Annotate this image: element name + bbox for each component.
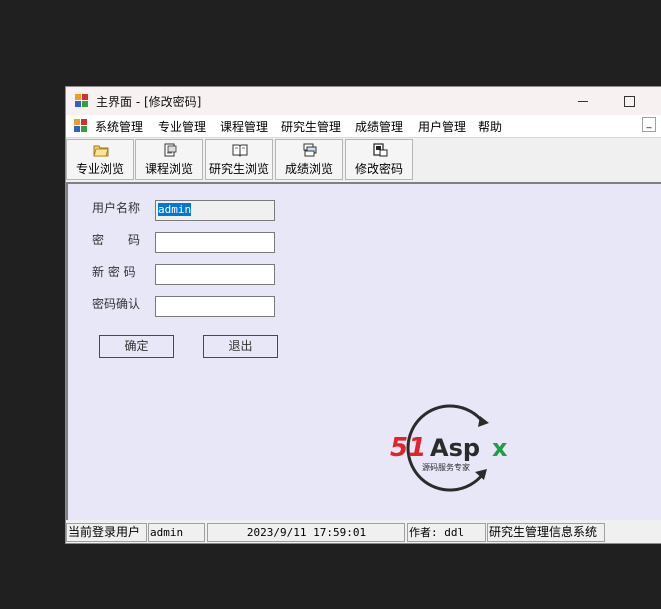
app-icon <box>75 94 88 107</box>
toolbar-change-password-button[interactable]: 修改密码 <box>345 139 413 180</box>
svg-text:源码服务专家: 源码服务专家 <box>422 462 470 472</box>
status-datetime: 2023/9/11 17:59:01 <box>207 523 405 542</box>
minimize-button[interactable] <box>560 87 606 115</box>
menu-graduate[interactable]: 研究生管理 <box>281 118 341 135</box>
mdi-child-icon[interactable] <box>74 119 87 132</box>
folder-icon <box>93 145 109 157</box>
svg-text:x: x <box>492 434 508 462</box>
mdi-minimize-button[interactable]: _ <box>642 117 656 132</box>
maximize-button[interactable] <box>606 87 652 115</box>
main-window: 主界面 - [修改密码] 系统管理 专业管理 课程管理 研究生管理 成绩管理 用… <box>65 86 661 544</box>
window-title: 主界面 - [修改密码] <box>96 95 202 109</box>
minimize-icon <box>578 100 588 102</box>
menu-user[interactable]: 用户管理 <box>418 118 466 135</box>
menu-major[interactable]: 专业管理 <box>158 118 206 135</box>
51aspx-logo: 51 Asp x 源码服务专家 <box>390 404 508 492</box>
password-field[interactable] <box>155 232 275 253</box>
menu-score[interactable]: 成绩管理 <box>355 118 403 135</box>
status-system-name: 研究生管理信息系统 <box>487 523 605 542</box>
toolbar-label: 课程浏览 <box>144 162 193 176</box>
book-icon <box>232 144 248 157</box>
status-bar: 当前登录用户 admin 2023/9/11 17:59:01 作者: ddl … <box>66 521 661 543</box>
toolbar-label: 研究生浏览 <box>208 162 269 176</box>
new-password-label: 新 密 码 <box>92 265 136 279</box>
toolbar-label: 专业浏览 <box>75 162 124 176</box>
username-value: admin <box>158 203 192 216</box>
menu-system[interactable]: 系统管理 <box>95 118 143 135</box>
toolbar-score-browse-button[interactable]: 成绩浏览 <box>275 139 343 180</box>
username-field[interactable]: admin <box>155 200 275 221</box>
menu-bar: 系统管理 专业管理 课程管理 研究生管理 成绩管理 用户管理 帮助 _ <box>66 115 661 137</box>
toolbar-course-browse-button[interactable]: 课程浏览 <box>135 139 203 180</box>
confirm-password-field[interactable] <box>155 296 275 317</box>
toolbar-graduate-browse-button[interactable]: 研究生浏览 <box>205 139 273 180</box>
status-user: admin <box>148 523 205 542</box>
records-icon <box>303 143 317 157</box>
password-label: 密 码 <box>92 233 141 247</box>
status-author: 作者: ddl <box>407 523 486 542</box>
confirm-password-label: 密码确认 <box>92 297 141 311</box>
menu-help[interactable]: 帮助 <box>478 118 502 135</box>
toolbar-label: 修改密码 <box>354 162 403 176</box>
username-label: 用户名称 <box>92 201 141 215</box>
maximize-icon <box>623 95 635 107</box>
ok-button[interactable]: 确定 <box>99 335 174 358</box>
status-login-label: 当前登录用户 <box>66 523 147 542</box>
toolbar-label: 成绩浏览 <box>284 162 333 176</box>
svg-text:51: 51 <box>390 433 426 463</box>
exit-button[interactable]: 退出 <box>203 335 278 358</box>
menu-course[interactable]: 课程管理 <box>220 118 268 135</box>
document-icon <box>164 143 177 157</box>
change-password-form: 用户名称 admin 密 码 新 密 码 密码确认 确定 退出 51 Asp x… <box>66 182 661 520</box>
key-doc-icon <box>373 143 388 157</box>
toolbar: 专业浏览 课程浏览 研究生浏览 成绩浏览 修改密码 <box>66 137 661 182</box>
new-password-field[interactable] <box>155 264 275 285</box>
title-bar[interactable]: 主界面 - [修改密码] <box>66 87 661 115</box>
svg-text:Asp: Asp <box>430 434 480 462</box>
toolbar-major-browse-button[interactable]: 专业浏览 <box>66 139 134 180</box>
